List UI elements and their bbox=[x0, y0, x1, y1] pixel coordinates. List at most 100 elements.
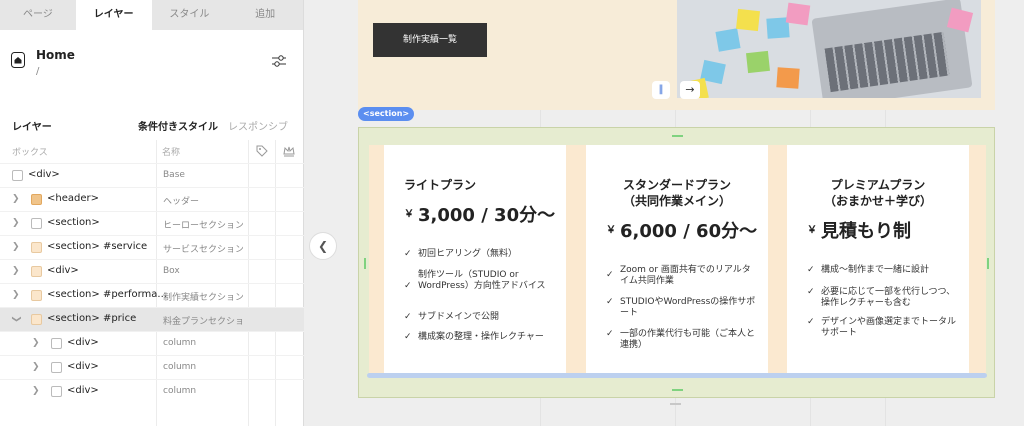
check-icon: ✓ bbox=[807, 317, 815, 327]
chevron-right-icon[interactable]: ❯ bbox=[32, 338, 40, 348]
layer-row[interactable]: ❯ <section> #performa... 制作実績セクション bbox=[0, 283, 304, 307]
currency-symbol: ￥ bbox=[404, 209, 414, 220]
plan-card-light[interactable]: ライトプラン ￥ 3,000 / 30分〜 ✓ 初回ヒアリング（無料） ✓ 制作ツール… bbox=[384, 145, 566, 378]
layer-row[interactable]: ❯ <section> ヒーローセクション bbox=[0, 211, 304, 235]
tab-layers[interactable]: レイヤー bbox=[75, 0, 152, 30]
resize-handle[interactable] bbox=[987, 258, 989, 269]
layer-row[interactable]: ❯ <div> Box bbox=[0, 259, 304, 283]
feature-item: ✓ 初回ヒアリング（無料） bbox=[404, 249, 518, 259]
check-icon: ✓ bbox=[404, 312, 412, 322]
hero-image bbox=[677, 0, 981, 98]
feature-item: ✓ 構成〜制作まで一緒に設計 bbox=[807, 265, 930, 275]
chevron-right-icon[interactable]: ❯ bbox=[12, 194, 20, 204]
layer-row-selected[interactable]: ❯ <section> #price 料金プランセクショ bbox=[0, 307, 304, 331]
layer-row[interactable]: <div> Base bbox=[0, 163, 304, 187]
resize-handle[interactable] bbox=[364, 258, 366, 269]
feature-item: ✓ 構成案の整理・操作レクチャー bbox=[404, 332, 544, 342]
check-icon: ✓ bbox=[807, 287, 815, 297]
chevron-right-icon[interactable]: ❯ bbox=[12, 266, 20, 276]
horizontal-scrollbar[interactable] bbox=[367, 373, 987, 378]
box-icon bbox=[31, 242, 42, 253]
bottom-handle[interactable] bbox=[670, 403, 681, 405]
tab-style[interactable]: スタイル bbox=[152, 0, 228, 30]
layers-heading: レイヤー bbox=[12, 122, 52, 133]
layer-name: 料金プランセクショ bbox=[163, 317, 243, 327]
currency-symbol: ￥ bbox=[807, 225, 817, 236]
chevron-right-icon[interactable]: ❯ bbox=[12, 242, 20, 252]
layers-panel: ページ レイヤー スタイル 追加 Home / レイヤー 条件付きスタイル レス… bbox=[0, 0, 304, 426]
resize-handle[interactable] bbox=[672, 135, 683, 137]
layer-label: <div> bbox=[67, 361, 99, 372]
layer-name: Base bbox=[163, 170, 185, 180]
responsive-tab[interactable]: レスポンシブ bbox=[228, 118, 288, 133]
box-icon bbox=[31, 266, 42, 277]
feature-item: ✓ 必要に応じて一部を代行しつつ、操作レクチャーも含む bbox=[807, 287, 956, 308]
chevron-right-icon[interactable]: ❯ bbox=[32, 362, 40, 372]
layer-tree: <div> Base ❯ <header> ヘッダー ❯ <section> ヒ… bbox=[0, 163, 304, 403]
tab-add[interactable]: 追加 bbox=[227, 0, 303, 30]
check-icon: ✓ bbox=[606, 329, 614, 339]
layer-label: <section> #performa... bbox=[47, 289, 167, 300]
feature-item: ✓ 制作ツール（STUDIO or WordPress）方向性アドバイス bbox=[404, 270, 546, 291]
layer-label: <section> #price bbox=[47, 313, 137, 324]
plan-title: ライトプラン bbox=[404, 178, 477, 192]
box-icon bbox=[12, 170, 23, 181]
sticky-note bbox=[776, 67, 800, 89]
chevron-down-icon[interactable]: ❯ bbox=[11, 315, 21, 323]
price-columns: ライトプラン ￥ 3,000 / 30分〜 ✓ 初回ヒアリング（無料） ✓ 制作ツール… bbox=[369, 145, 986, 378]
check-icon: ✓ bbox=[807, 265, 815, 275]
check-icon: ✓ bbox=[404, 281, 412, 291]
plan-price: ￥ 3,000 / 30分〜 bbox=[404, 201, 555, 227]
conditional-style-tab[interactable]: 条件付きスタイル bbox=[138, 118, 218, 133]
plan-title: プレミアムプラン （おまかせ＋学び） bbox=[823, 178, 932, 208]
arrow-right-icon[interactable]: → bbox=[680, 81, 700, 99]
collapse-panel-button[interactable]: ❮ bbox=[309, 232, 337, 260]
box-icon bbox=[31, 314, 42, 325]
chevron-right-icon[interactable]: ❯ bbox=[12, 218, 20, 228]
plan-card-standard[interactable]: スタンダードプラン （共同作業メイン） ￥ 6,000 / 60分〜 ✓ Zoom … bbox=[586, 145, 768, 378]
tag-icon[interactable] bbox=[256, 145, 268, 157]
layer-row[interactable]: ❯ <header> ヘッダー bbox=[0, 187, 304, 211]
hero-section[interactable]: 制作実績一覧 ‖ → bbox=[358, 0, 995, 110]
layer-label: <header> bbox=[47, 193, 99, 204]
layer-row[interactable]: ❯ <div> column bbox=[0, 379, 304, 403]
check-icon: ✓ bbox=[404, 332, 412, 342]
box-icon bbox=[51, 386, 62, 397]
layer-row[interactable]: ❯ <div> column bbox=[0, 331, 304, 355]
layer-label: <section> bbox=[47, 217, 100, 228]
check-icon: ✓ bbox=[606, 270, 614, 280]
layer-name: サービスセクション bbox=[163, 245, 243, 255]
layer-label: <div> bbox=[67, 385, 99, 396]
layer-name: ヒーローセクション bbox=[163, 221, 243, 231]
layer-row[interactable]: ❯ <section> #service サービスセクション bbox=[0, 235, 304, 259]
section-tag-badge[interactable]: <section> bbox=[358, 107, 415, 121]
page-name: Home bbox=[36, 48, 75, 62]
column-box-label: ボックス bbox=[12, 148, 48, 158]
resize-handle[interactable] bbox=[672, 389, 683, 391]
box-icon bbox=[51, 338, 62, 349]
check-icon: ✓ bbox=[606, 297, 614, 307]
price-value: 3,000 / 30分〜 bbox=[418, 205, 556, 226]
plan-title: スタンダードプラン （共同作業メイン） bbox=[622, 178, 731, 208]
chevron-right-icon[interactable]: ❯ bbox=[32, 386, 40, 396]
settings-icon[interactable] bbox=[271, 54, 287, 68]
feature-item: ✓ デザインや画像選定までトータルサポート bbox=[807, 317, 957, 338]
tab-page[interactable]: ページ bbox=[0, 0, 76, 30]
page-path: / bbox=[36, 66, 40, 77]
panel-tabs: ページ レイヤー スタイル 追加 bbox=[0, 0, 303, 30]
layer-label: <div> bbox=[67, 337, 99, 348]
plan-price: ￥ 6,000 / 60分〜 bbox=[606, 217, 757, 243]
box-icon bbox=[31, 218, 42, 229]
chevron-right-icon[interactable]: ❯ bbox=[12, 290, 20, 300]
sticky-note bbox=[785, 2, 811, 26]
works-list-button[interactable]: 制作実績一覧 bbox=[373, 23, 487, 57]
crown-icon[interactable] bbox=[283, 145, 295, 157]
price-section[interactable]: ライトプラン ￥ 3,000 / 30分〜 ✓ 初回ヒアリング（無料） ✓ 制作ツール… bbox=[358, 127, 995, 398]
pause-icon[interactable]: ‖ bbox=[652, 81, 670, 99]
plan-card-premium[interactable]: プレミアムプラン （おまかせ＋学び） ￥ 見積もり制 ✓ 構成〜制作まで一緒に設計 … bbox=[787, 145, 969, 378]
layer-name: 制作実績セクション bbox=[163, 293, 243, 303]
box-icon bbox=[31, 290, 42, 301]
layer-row[interactable]: ❯ <div> column bbox=[0, 355, 304, 379]
price-value: 6,000 / 60分〜 bbox=[620, 221, 758, 242]
sticky-note bbox=[746, 50, 770, 74]
